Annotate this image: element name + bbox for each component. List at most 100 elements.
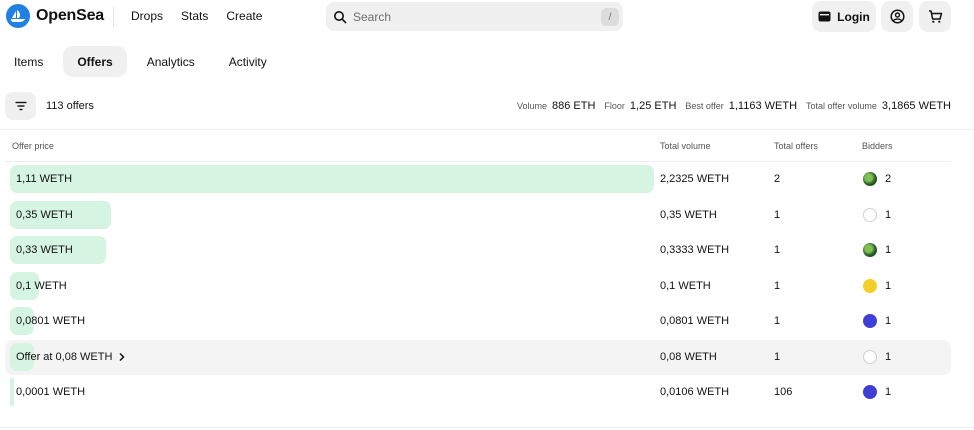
bidder-avatar [863, 243, 877, 257]
offer-price: 0,33 WETH [16, 244, 73, 256]
total-volume-cell: 0,1 WETH [660, 280, 711, 292]
table-row[interactable]: 1,11 WETH 2,2325 WETH 2 2 [5, 162, 951, 197]
total-offers-cell: 2 [774, 173, 781, 185]
table-row[interactable]: 0,33 WETH 0,3333 WETH 1 1 [5, 233, 951, 268]
offer-price: 0,1 WETH [16, 280, 67, 292]
filter-button[interactable] [5, 92, 36, 120]
offer-price: Offer at 0,08 WETH [16, 351, 127, 363]
nav-create[interactable]: Create [226, 9, 262, 23]
login-button[interactable]: Login [812, 1, 876, 32]
total-volume-cell: 0,0801 WETH [660, 315, 730, 327]
brand-name: OpenSea [36, 7, 104, 24]
nav-drops[interactable]: Drops [131, 9, 163, 23]
table-bottom-divider [0, 427, 974, 428]
opensea-logo[interactable]: OpenSea [6, 4, 104, 28]
summary-divider [0, 129, 974, 130]
bidders-cell[interactable]: 1 [863, 279, 891, 293]
bidder-count: 1 [885, 386, 892, 398]
bidder-count: 1 [885, 351, 892, 363]
search-placeholder: Search [353, 9, 392, 24]
total-volume-cell: 2,2325 WETH [660, 173, 730, 185]
bidder-avatar [863, 172, 877, 186]
account-icon [889, 9, 905, 24]
offer-price-text: 0,33 WETH [16, 244, 73, 256]
col-header-total-offers[interactable]: Total offers [774, 141, 818, 151]
bidders-cell[interactable]: 1 [863, 350, 891, 364]
table-row[interactable]: 0,1 WETH 0,1 WETH 1 1 [5, 269, 951, 304]
stat-value-volume: 886 ETH [551, 100, 596, 112]
stat-value-total-offer-volume: 3,1865 WETH [881, 100, 951, 112]
bidders-cell[interactable]: 1 [863, 314, 891, 328]
offer-price: 0,0001 WETH [16, 386, 85, 398]
offer-price-text: 0,0801 WETH [16, 315, 86, 327]
total-volume-cell: 0,35 WETH [660, 209, 717, 221]
total-offers-cell: 106 [774, 386, 793, 398]
bidder-count: 1 [885, 244, 892, 256]
offer-price-text: Offer at 0,08 WETH [16, 351, 113, 363]
stat-label-total-offer-volume: Total offer volume [806, 101, 877, 111]
tab-offers[interactable]: Offers [63, 46, 127, 77]
nav-stats[interactable]: Stats [181, 9, 208, 23]
col-header-offer-price[interactable]: Offer price [12, 141, 54, 151]
tab-items[interactable]: Items [0, 46, 57, 77]
bidder-avatar [863, 385, 877, 399]
bidders-cell[interactable]: 2 [863, 172, 891, 186]
total-offers-cell: 1 [774, 244, 781, 256]
total-volume-cell: 0,0106 WETH [660, 386, 730, 398]
offer-depth-bar [10, 165, 654, 193]
opensea-logo-icon [6, 4, 30, 28]
main-nav: Drops Stats Create [131, 9, 280, 23]
bidders-cell[interactable]: 1 [863, 208, 891, 222]
filter-icon [15, 101, 26, 111]
cart-button[interactable] [919, 1, 951, 32]
search-shortcut-badge: / [601, 8, 619, 26]
total-offers-cell: 1 [774, 351, 781, 363]
offer-price: 1,11 WETH [16, 173, 72, 185]
offer-price-text: 0,35 WETH [16, 209, 73, 221]
stat-label-floor: Floor [604, 101, 625, 111]
stat-value-best-offer: 1,1163 WETH [728, 100, 798, 112]
table-row[interactable]: 0,0001 WETH 0,0106 WETH 106 1 [5, 375, 951, 410]
bidder-avatar [863, 208, 877, 222]
bidders-cell[interactable]: 1 [863, 385, 891, 399]
bidder-count: 1 [885, 315, 892, 327]
cart-icon [928, 10, 942, 23]
bidder-count: 1 [885, 280, 892, 292]
wallet-icon [818, 11, 831, 22]
header-divider [113, 7, 114, 27]
table-row[interactable]: 0,0801 WETH 0,0801 WETH 1 1 [5, 304, 951, 339]
account-button[interactable] [881, 1, 913, 32]
total-offers-cell: 1 [774, 315, 781, 327]
col-header-total-volume[interactable]: Total volume [660, 141, 711, 151]
offer-price-text: 0,0001 WETH [16, 386, 86, 398]
login-label: Login [837, 9, 870, 24]
total-offers-cell: 1 [774, 209, 781, 221]
col-header-bidders[interactable]: Bidders [862, 141, 893, 151]
search-icon [334, 10, 347, 23]
offer-price: 0,0801 WETH [16, 315, 85, 327]
collection-stats: Volume 886 ETH Floor 1,25 ETH Best offer… [517, 100, 951, 112]
bidder-avatar [863, 314, 877, 328]
tab-analytics[interactable]: Analytics [133, 46, 209, 77]
total-offers-cell: 1 [774, 280, 781, 292]
bidder-count: 1 [885, 209, 892, 221]
offer-price: 0,35 WETH [16, 209, 73, 221]
offer-depth-bar [10, 378, 14, 406]
stat-label-best-offer: Best offer [685, 101, 724, 111]
stat-label-volume: Volume [516, 101, 547, 111]
bidder-avatar [863, 279, 877, 293]
tab-activity[interactable]: Activity [215, 46, 281, 77]
table-row[interactable]: 0,35 WETH 0,35 WETH 1 1 [5, 198, 951, 233]
total-volume-cell: 0,08 WETH [660, 351, 717, 363]
bidders-cell[interactable]: 1 [863, 243, 891, 257]
offer-price-text: 1,11 WETH [16, 173, 73, 185]
bidder-count: 2 [885, 173, 892, 185]
table-row[interactable]: Offer at 0,08 WETH 0,08 WETH 1 1 [5, 340, 951, 375]
chevron-right-icon [119, 352, 125, 362]
collection-tabs: Items Offers Analytics Activity [0, 46, 287, 77]
search-input[interactable]: Search / [326, 2, 623, 31]
offer-count: 113 offers [46, 100, 94, 112]
top-header: OpenSea Drops Stats Create Search / Logi… [0, 0, 974, 34]
total-volume-cell: 0,3333 WETH [660, 244, 730, 256]
offer-price-text: 0,1 WETH [16, 280, 67, 292]
